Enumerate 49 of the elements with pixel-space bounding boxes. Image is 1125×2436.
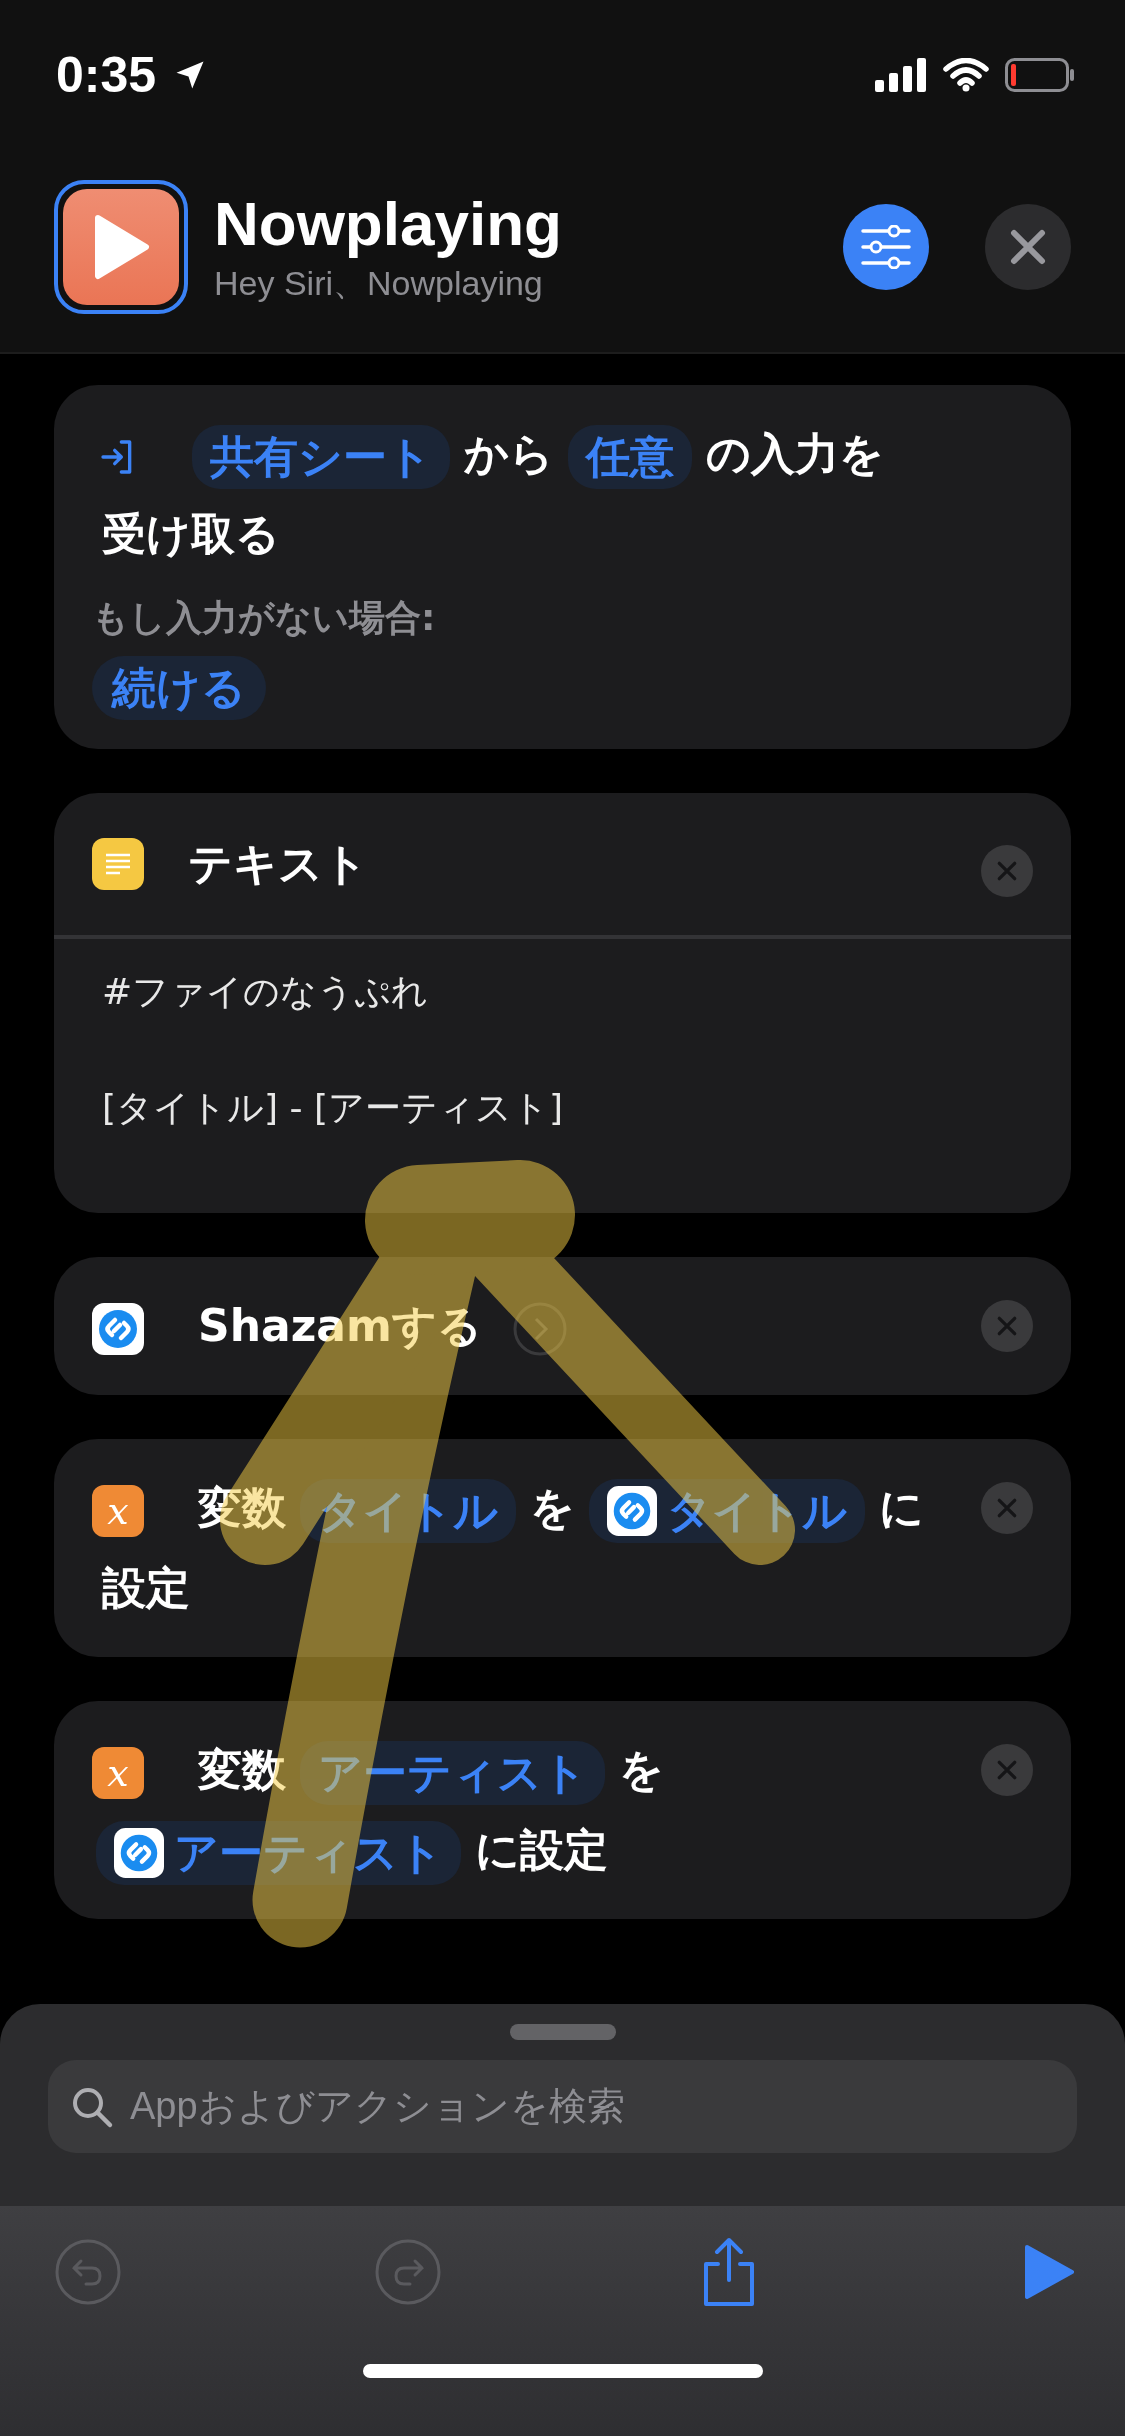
action-text: の入力を: [706, 428, 884, 479]
signal-icon: [875, 58, 927, 92]
play-icon: [1024, 2244, 1074, 2300]
close-icon: [996, 1497, 1018, 1519]
action-text: 設定: [102, 1562, 190, 1613]
variable-icon: x: [92, 1747, 144, 1799]
shortcut-subtitle: Hey Siri、Nowplaying: [214, 262, 544, 304]
sliders-icon: [860, 225, 912, 269]
battery-icon: [1005, 58, 1075, 92]
chevron-icon[interactable]: [511, 1301, 568, 1357]
delete-action-button[interactable]: [981, 1300, 1033, 1352]
status-time: 0:35: [56, 46, 157, 104]
variable-token[interactable]: タイトル: [300, 1479, 516, 1543]
action-text: 変数: [198, 1482, 286, 1533]
shortcut-icon[interactable]: [54, 180, 188, 314]
text-content[interactable]: #ファイのなうぷれ [タイトル] - [アーティスト]: [54, 939, 1071, 1213]
delete-action-button[interactable]: [981, 1482, 1033, 1534]
action-text: に設定: [475, 1824, 608, 1875]
wifi-icon: [943, 58, 989, 92]
action-text: を: [619, 1744, 664, 1795]
variable-token[interactable]: アーティスト: [96, 1821, 461, 1885]
action-text: に: [879, 1482, 924, 1533]
action-title: テキスト: [188, 836, 369, 891]
shazam-icon: [92, 1303, 144, 1355]
variable-token[interactable]: 任意: [568, 425, 692, 489]
fallback-label: もし入力がない場合:: [92, 596, 437, 640]
close-icon: [1008, 227, 1048, 267]
text-icon: [92, 838, 144, 890]
shortcut-title: Nowplaying: [214, 187, 563, 259]
action-text: 受け取る: [102, 508, 280, 559]
delete-action-button[interactable]: [981, 845, 1033, 897]
variable-token[interactable]: 共有シート: [192, 425, 450, 489]
search-bar[interactable]: Appおよびアクションを検索: [48, 2060, 1077, 2153]
close-icon: [996, 860, 1018, 882]
variable-token[interactable]: タイトル: [589, 1479, 865, 1543]
action-text: を: [530, 1482, 575, 1533]
action-text: から: [464, 428, 554, 479]
search-input[interactable]: Appおよびアクションを検索: [128, 2084, 1055, 2129]
close-icon: [996, 1315, 1018, 1337]
fallback-option[interactable]: 続ける: [92, 656, 266, 720]
shazam-icon: [607, 1486, 657, 1536]
close-icon: [996, 1759, 1018, 1781]
redo-icon: [375, 2239, 442, 2305]
undo-icon: [55, 2239, 121, 2305]
sheet-handle[interactable]: [509, 2024, 616, 2040]
variable-icon: x: [92, 1485, 144, 1537]
shazam-icon: [114, 1828, 164, 1878]
delete-action-button[interactable]: [981, 1744, 1033, 1796]
action-text: 変数: [198, 1744, 286, 1795]
